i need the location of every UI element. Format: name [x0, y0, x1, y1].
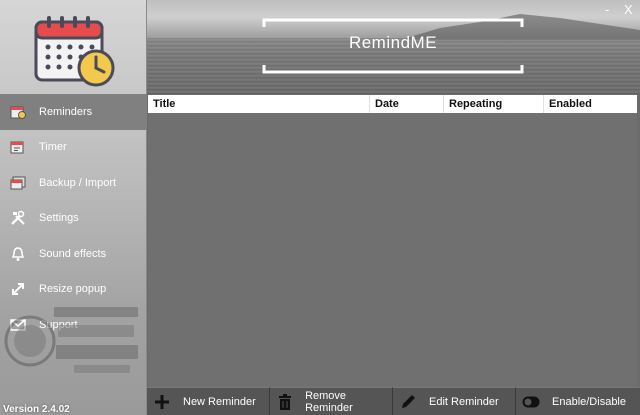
pencil-icon: [399, 393, 417, 411]
trash-icon: [276, 393, 293, 411]
brand-title: RemindME: [348, 33, 438, 52]
sidebar-item-backup-import[interactable]: Backup / Import: [0, 165, 147, 201]
sidebar-item-sound-effects[interactable]: Sound effects: [0, 236, 147, 272]
column-enabled[interactable]: Enabled: [544, 95, 637, 113]
plus-icon: [153, 393, 171, 411]
edit-reminder-label: Edit Reminder: [429, 395, 499, 408]
timer-icon: [9, 138, 27, 156]
resize-icon: [9, 280, 27, 298]
remove-reminder-button[interactable]: Remove Reminder: [270, 387, 393, 415]
sidebar-item-label: Settings: [39, 212, 79, 225]
reminders-table: Title Date Repeating Enabled: [148, 95, 637, 387]
settings-tools-icon: [9, 209, 27, 227]
sidebar-item-label: Resize popup: [39, 283, 107, 296]
column-date[interactable]: Date: [370, 95, 444, 113]
header-banner: RemindME - X: [147, 0, 640, 95]
sidebar-item-settings[interactable]: Settings: [0, 201, 147, 237]
new-reminder-button[interactable]: New Reminder: [147, 387, 270, 415]
table-header: Title Date Repeating Enabled: [148, 95, 637, 113]
sidebar: Reminders Timer Backup / Import Settings…: [0, 0, 147, 415]
column-repeating[interactable]: Repeating: [444, 95, 544, 113]
watermark-seal-icon: [4, 307, 138, 373]
toggle-icon: [522, 393, 540, 411]
close-button[interactable]: X: [624, 2, 633, 17]
bell-icon: [9, 245, 27, 263]
version-label: Version 2.4.02: [3, 404, 70, 415]
sidebar-item-timer[interactable]: Timer: [0, 130, 147, 166]
sidebar-item-reminders[interactable]: Reminders: [0, 94, 147, 130]
minimize-button[interactable]: -: [605, 2, 609, 17]
sidebar-item-label: Backup / Import: [39, 176, 117, 189]
reminder-list-icon: [9, 103, 27, 121]
column-title[interactable]: Title: [148, 95, 370, 113]
backup-icon: [9, 174, 27, 192]
enable-disable-button[interactable]: Enable/Disable: [516, 387, 640, 415]
sidebar-item-label: Timer: [39, 141, 67, 154]
sidebar-item-label: Reminders: [39, 105, 93, 118]
sidebar-item-label: Sound effects: [39, 247, 107, 260]
edit-reminder-button[interactable]: Edit Reminder: [393, 387, 516, 415]
bottom-toolbar: New Reminder Remove Reminder Edit Remind…: [147, 387, 640, 415]
app-logo-calendar-clock-icon: [34, 16, 115, 87]
enable-disable-label: Enable/Disable: [552, 395, 626, 408]
remove-reminder-label: Remove Reminder: [305, 389, 353, 414]
new-reminder-label: New Reminder: [183, 395, 256, 408]
